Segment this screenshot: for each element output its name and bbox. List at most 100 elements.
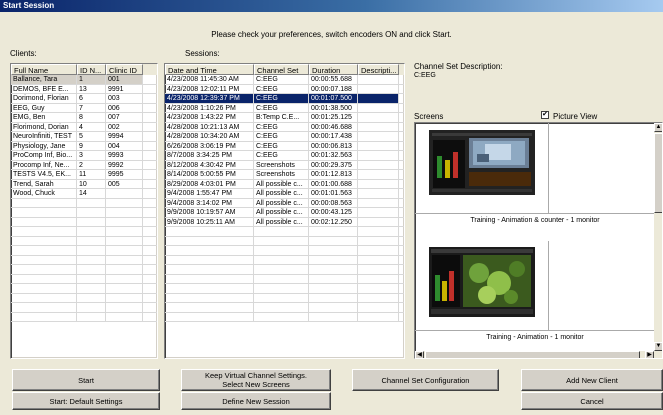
client-clinic-id-cell: 9991: [106, 84, 143, 94]
screen-thumbnail-1[interactable]: [429, 130, 535, 195]
cancel-button[interactable]: Cancel: [521, 392, 663, 410]
client-row[interactable]: [11, 227, 157, 237]
session-row[interactable]: 4/23/2008 1:43:22 PM B:Temp C.E... 00:01:2…: [165, 113, 404, 123]
clients-list[interactable]: Full Name ID N... Clinic ID Ballance, Ta…: [10, 63, 158, 359]
session-row[interactable]: 9/9/2008 10:25:11 AM All possible c... 00:…: [165, 217, 404, 227]
session-duration-cell: 00:00:06.813: [309, 141, 358, 151]
session-row[interactable]: 6/26/2008 3:06:19 PM C:EEG 00:00:06.813: [165, 141, 404, 151]
column-header-full-name[interactable]: Full Name: [11, 64, 77, 75]
session-row[interactable]: 8/12/2008 4:30:42 PM Screenshots 00:00:29.…: [165, 160, 404, 170]
client-row[interactable]: Physiology, Jane 9 004: [11, 141, 157, 151]
scroll-left-arrow-icon[interactable]: ◀: [415, 351, 424, 358]
session-duration-cell: 00:01:00.688: [309, 179, 358, 189]
client-full-name-cell: [11, 208, 77, 217]
client-full-name-cell: [11, 312, 77, 322]
session-date-cell: 8/14/2008 5:00:55 PM: [165, 170, 254, 179]
client-row[interactable]: Ballance, Tara 1 001: [11, 75, 157, 85]
client-row[interactable]: EEG, Guy 7 006: [11, 103, 157, 113]
sessions-list[interactable]: Date and Time Channel Set Duration Descr…: [164, 63, 405, 359]
client-row[interactable]: [11, 293, 157, 303]
client-row[interactable]: Florimond, Dorian 4 002: [11, 122, 157, 132]
client-row[interactable]: [11, 284, 157, 294]
screens-vertical-scrollbar[interactable]: ▲ ▼: [654, 123, 662, 351]
client-row[interactable]: Trend, Sarah 10 005: [11, 179, 157, 189]
session-row[interactable]: [165, 303, 404, 313]
screen-caption-1: Training - Animation & counter - 1 monit…: [470, 217, 600, 224]
column-header-channel-set[interactable]: Channel Set: [254, 64, 309, 75]
session-row[interactable]: 4/23/2008 11:45:30 AM C:EEG 00:00:55.688: [165, 75, 404, 85]
client-row[interactable]: [11, 217, 157, 227]
client-row[interactable]: ProComp Inf, Bio... 3 9993: [11, 151, 157, 161]
client-row[interactable]: [11, 208, 157, 218]
column-header-clinic-id[interactable]: Clinic ID: [106, 64, 143, 75]
session-row[interactable]: 8/14/2008 5:00:55 PM Screenshots 00:01:12.…: [165, 170, 404, 180]
client-full-name-cell: NeuroInfiniti, TEST: [11, 132, 77, 141]
session-row[interactable]: [165, 255, 404, 265]
client-row[interactable]: [11, 274, 157, 284]
client-row[interactable]: [11, 255, 157, 265]
picture-view-checkbox[interactable]: ✔: [541, 111, 549, 119]
session-row[interactable]: [165, 312, 404, 322]
client-row[interactable]: [11, 236, 157, 246]
client-full-name-cell: [11, 198, 77, 208]
screens-panel[interactable]: Training - Animation & counter - 1 monit…: [414, 122, 663, 359]
client-row[interactable]: Wood, Chuck 14: [11, 189, 157, 199]
session-row[interactable]: [165, 265, 404, 275]
start-button[interactable]: Start: [12, 369, 160, 391]
add-new-client-button[interactable]: Add New Client: [521, 369, 663, 391]
session-duration-cell: 00:01:38.500: [309, 103, 358, 113]
client-row[interactable]: [11, 246, 157, 256]
client-row[interactable]: DEMOS, BFE E... 13 9991: [11, 84, 157, 94]
session-row[interactable]: 8/29/2008 4:03:01 PM All possible c... 00:…: [165, 179, 404, 189]
screens-horizontal-scrollbar[interactable]: ◀ ▶: [415, 351, 662, 358]
session-row[interactable]: [165, 293, 404, 303]
session-channel-set-cell: [254, 312, 309, 322]
screens-label: Screens: [414, 112, 444, 121]
session-row[interactable]: [165, 246, 404, 256]
client-row[interactable]: NeuroInfiniti, TEST 5 9994: [11, 132, 157, 142]
session-row[interactable]: 4/28/2008 10:21:13 AM C:EEG 00:00:46.688: [165, 122, 404, 132]
client-row[interactable]: TESTS V4.5, EK... 11 9995: [11, 170, 157, 180]
session-row[interactable]: 4/28/2008 10:34:20 AM C:EEG 00:00:17.438: [165, 132, 404, 142]
channel-set-configuration-button[interactable]: Channel Set Configuration: [352, 369, 499, 391]
session-duration-cell: [309, 265, 358, 274]
session-row[interactable]: 4/23/2008 12:39:37 PM C:EEG 00:01:07.500: [165, 94, 404, 104]
session-channel-set-cell: C:EEG: [254, 84, 309, 94]
keep-virtual-channel-settings-button[interactable]: Keep Virtual Channel Settings. Select Ne…: [181, 369, 331, 391]
client-full-name-cell: [11, 274, 77, 284]
session-description-cell: [358, 75, 399, 84]
screen-thumbnail-2[interactable]: [429, 247, 535, 317]
session-row[interactable]: 4/23/2008 1:10:26 PM C:EEG 00:01:38.500: [165, 103, 404, 113]
screens-scroll-thumb[interactable]: [654, 133, 662, 213]
session-row[interactable]: 9/4/2008 1:55:47 PM All possible c... 00:0…: [165, 189, 404, 199]
client-row[interactable]: [11, 312, 157, 322]
session-row[interactable]: [165, 284, 404, 294]
session-date-cell: [165, 255, 254, 265]
session-row[interactable]: [165, 274, 404, 284]
column-header-description[interactable]: Descripti...: [358, 64, 399, 75]
session-row[interactable]: 4/23/2008 12:02:11 PM C:EEG 00:00:07.188: [165, 84, 404, 94]
column-header-id-number[interactable]: ID N...: [77, 64, 106, 75]
column-header-duration[interactable]: Duration: [309, 64, 358, 75]
session-row[interactable]: 9/9/2008 10:19:57 AM All possible c... 00:…: [165, 208, 404, 218]
client-row[interactable]: [11, 198, 157, 208]
session-row[interactable]: 8/7/2008 3:34:25 PM C:EEG 00:01:32.563: [165, 151, 404, 161]
define-new-session-button[interactable]: Define New Session: [181, 392, 331, 410]
scroll-down-arrow-icon[interactable]: ▼: [654, 342, 662, 351]
client-row[interactable]: [11, 303, 157, 313]
session-row[interactable]: 9/4/2008 3:14:02 PM All possible c... 00:0…: [165, 198, 404, 208]
scroll-right-arrow-icon[interactable]: ▶: [645, 351, 654, 358]
session-row[interactable]: [165, 227, 404, 237]
client-row[interactable]: Dorimond, Florian 6 003: [11, 94, 157, 104]
scroll-up-arrow-icon[interactable]: ▲: [654, 123, 662, 132]
client-full-name-cell: [11, 227, 77, 236]
client-row[interactable]: EMG, Ben 8 007: [11, 113, 157, 123]
start-default-settings-button[interactable]: Start: Default Settings: [12, 392, 160, 410]
client-id-cell: 8: [77, 113, 106, 122]
client-full-name-cell: DEMOS, BFE E...: [11, 84, 77, 94]
client-row[interactable]: [11, 265, 157, 275]
client-row[interactable]: Procomp Inf, Ne... 2 9992: [11, 160, 157, 170]
column-header-date-time[interactable]: Date and Time: [165, 64, 254, 75]
session-row[interactable]: [165, 236, 404, 246]
screens-hscroll-thumb[interactable]: [425, 351, 640, 358]
